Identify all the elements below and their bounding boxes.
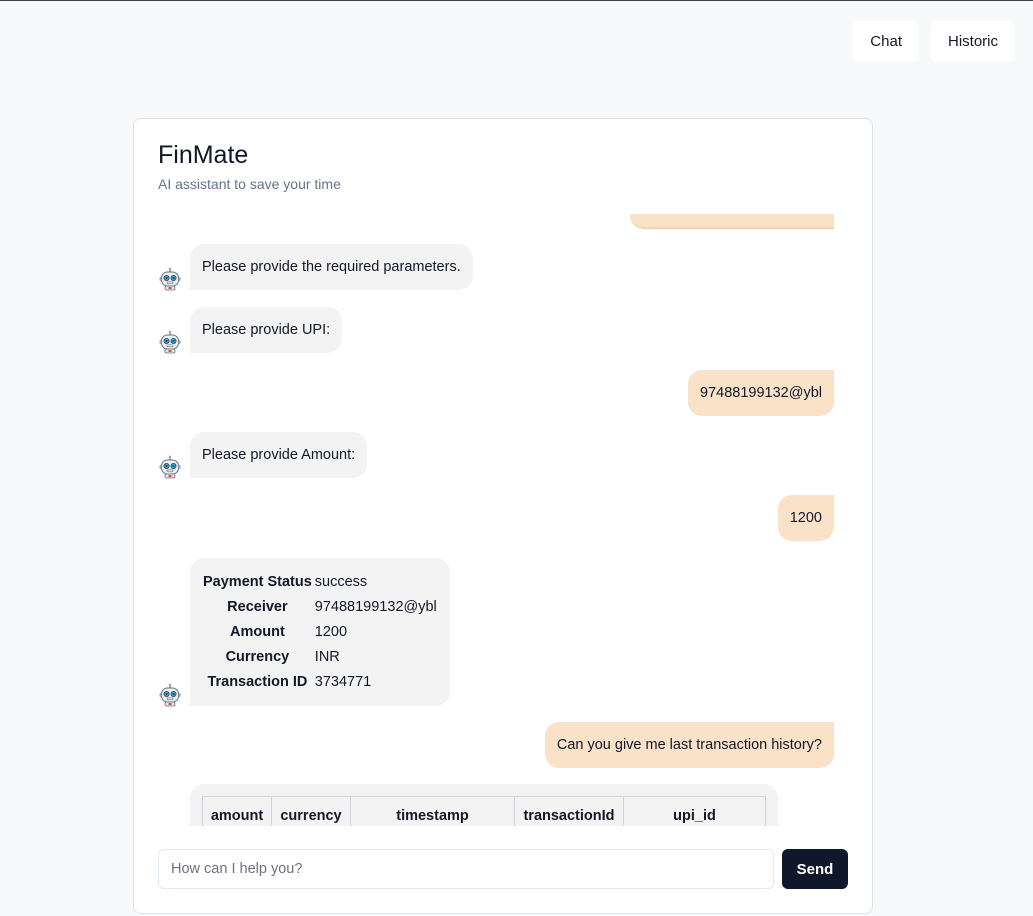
robot-icon <box>158 330 182 354</box>
bot-message: Payment Status success Receiver 97488199… <box>158 558 450 706</box>
column-header-transaction-id: transactionId <box>514 796 624 826</box>
robot-icon <box>158 455 182 479</box>
chat-nav-button[interactable]: Chat <box>853 21 919 62</box>
bot-bubble: Please provide UPI: <box>190 307 343 354</box>
robot-icon <box>158 683 182 707</box>
receiver-label: Receiver <box>227 598 288 615</box>
transaction-id-label: Transaction ID <box>207 673 308 690</box>
payment-row: Payment Status success <box>202 570 438 595</box>
payment-details-table: Payment Status success Receiver 97488199… <box>202 570 438 695</box>
app-subtitle: AI assistant to save your time <box>158 176 341 192</box>
column-header-amount: amount <box>202 796 272 826</box>
payment-status-value: success <box>314 573 368 590</box>
history-table-bubble: amount currency timestamp transactionId … <box>190 784 778 826</box>
robot-icon <box>158 267 182 291</box>
bot-message: amount currency timestamp transactionId … <box>158 784 778 826</box>
column-header-timestamp: timestamp <box>350 796 515 826</box>
payment-result-bubble: Payment Status success Receiver 97488199… <box>190 558 450 706</box>
receiver-value: 97488199132@ybl <box>314 598 437 615</box>
transaction-history-table: amount currency timestamp transactionId … <box>202 796 766 826</box>
bot-bubble: Please provide Amount: <box>190 432 368 479</box>
user-bubble: 97488199132@ybl <box>688 370 834 417</box>
table-header-row: amount currency timestamp transactionId … <box>202 796 766 826</box>
clipped-user-message <box>630 214 834 229</box>
bot-message: Please provide Amount: <box>158 432 368 479</box>
amount-label: Amount <box>230 623 285 640</box>
payment-row: Receiver 97488199132@ybl <box>202 595 438 620</box>
amount-value: 1200 <box>314 623 348 640</box>
bot-message: Please provide the required parameters. <box>158 244 473 290</box>
payment-row: Currency INR <box>202 645 438 670</box>
historic-nav-button[interactable]: Historic <box>930 21 1015 62</box>
user-bubble: 1200 <box>777 495 834 542</box>
send-button[interactable]: Send <box>782 849 848 889</box>
user-bubble: Can you give me last transaction history… <box>544 722 834 769</box>
user-message: Can you give me last transaction history… <box>544 722 834 769</box>
payment-row: Amount 1200 <box>202 620 438 645</box>
app-title: FinMate <box>158 141 249 169</box>
column-header-currency: currency <box>271 796 351 826</box>
chat-messages[interactable]: Please provide the required parameters. … <box>158 214 834 826</box>
currency-value: INR <box>314 648 340 665</box>
bot-bubble: Please provide the required parameters. <box>190 244 473 291</box>
currency-label: Currency <box>225 648 290 665</box>
transaction-id-value: 3734771 <box>314 673 372 690</box>
column-header-upi-id: upi_id <box>623 796 766 826</box>
composer: Send <box>158 849 848 889</box>
chat-input[interactable] <box>158 849 774 889</box>
user-message: 1200 <box>777 495 834 542</box>
top-nav: Chat Historic <box>853 21 1015 62</box>
chat-card: FinMate AI assistant to save your time P… <box>133 118 873 914</box>
payment-row: Transaction ID 3734771 <box>202 670 438 695</box>
bot-message: Please provide UPI: <box>158 307 343 354</box>
payment-status-label: Payment Status <box>203 573 312 590</box>
user-message: 97488199132@ybl <box>688 370 834 417</box>
